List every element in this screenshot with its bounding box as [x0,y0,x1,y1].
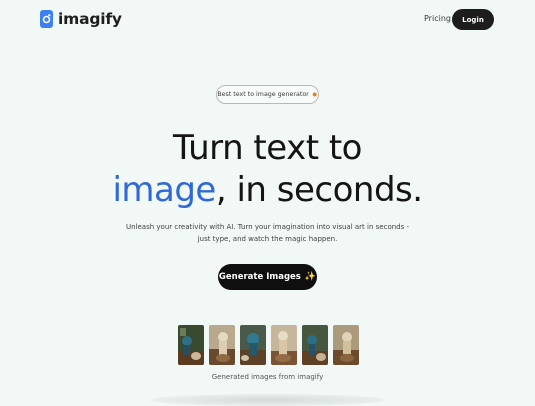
gallery-thumbnail-1[interactable] [178,325,204,365]
nav-link-pricing[interactable]: Pricing [424,14,451,23]
gallery-thumbnail-4[interactable] [271,325,297,365]
login-button[interactable]: Login [452,9,494,30]
hero-subtitle-line-2: just type, and watch the magic happen. [197,235,338,243]
top-navbar: imagify Pricing Login [0,0,535,40]
sparkles-icon: ✨ [304,272,317,282]
logo-icon [40,10,53,28]
gallery-thumbnail-6[interactable] [333,325,359,365]
gallery-thumbnail-5[interactable] [302,325,328,365]
hero-title-line-1: Turn text to [173,128,362,168]
generate-images-label: Generate Images [218,272,301,282]
generate-images-button[interactable]: Generate Images ✨ [218,264,317,290]
gallery-caption: Generated images from imagify [211,373,324,381]
hero-title-rest: , in seconds. [215,170,423,210]
tagline-badge: Best text to image generator ✸ [216,85,319,104]
hero-title-accent: image [112,170,216,210]
star-icon: ✸ [311,90,318,99]
hero-title-line-2: image, in seconds. [0,170,535,210]
gallery-thumbnail-3[interactable] [240,325,266,365]
decorative-shadow [150,394,385,406]
brand-logo[interactable]: imagify [40,9,122,29]
gallery-thumbnail-2[interactable] [209,325,235,365]
hero-subtitle-line-1: Unleash your creativity with AI. Turn yo… [125,223,409,231]
generated-images-gallery [178,325,359,365]
brand-name: imagify [58,10,122,28]
badge-text: Best text to image generator [217,91,309,98]
